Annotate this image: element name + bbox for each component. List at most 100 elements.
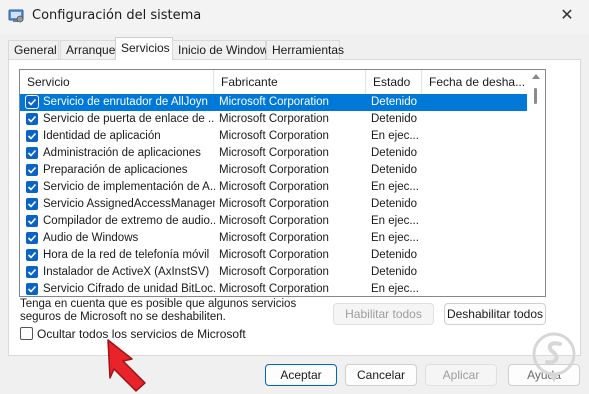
vertical-scrollbar[interactable]: [527, 70, 545, 296]
checkmark-icon: [27, 217, 37, 225]
table-row[interactable]: Instalador de ActiveX (AxInstSV) Microsof…: [20, 264, 527, 281]
tab-tools[interactable]: Herramientas: [266, 40, 344, 59]
hide-microsoft-checkbox-box[interactable]: [20, 327, 33, 340]
service-name-cell: Hora de la red de telefonía móvil: [43, 249, 210, 261]
status-cell: En ejec...: [371, 215, 419, 227]
checkmark-icon: [27, 98, 37, 106]
disable-all-button[interactable]: Deshabilitar todos: [444, 303, 546, 325]
table-row[interactable]: Servicio de puerta de enlace de ... Micro…: [20, 111, 527, 128]
service-name-cell: Administración de aplicaciones: [43, 147, 201, 159]
checkmark-icon: [27, 132, 37, 140]
service-name-cell: Servicio Cifrado de unidad BitLoc...: [43, 283, 215, 295]
table-row[interactable]: Preparación de aplicaciones Microsoft Cor…: [20, 162, 527, 179]
microsoft-services-note: Tenga en cuenta que es posible que algun…: [20, 298, 320, 324]
watermark-logo-icon: [532, 332, 576, 382]
service-name-cell: Compilador de extremo de audio...: [43, 215, 215, 227]
service-name-cell: Servicio de puerta de enlace de ...: [43, 113, 215, 125]
title-bar: Configuración del sistema ✕: [0, 0, 589, 34]
table-row[interactable]: Servicio Cifrado de unidad BitLoc... Micr…: [20, 281, 527, 296]
status-cell: Detenido: [371, 147, 418, 159]
service-name-cell: Identidad de aplicación: [43, 130, 161, 142]
status-cell: Detenido: [371, 266, 418, 278]
checkmark-icon: [27, 115, 37, 123]
status-cell: Detenido: [371, 198, 418, 210]
cancel-button[interactable]: Cancelar: [345, 364, 417, 386]
tab-startup[interactable]: Inicio de Windows: [172, 40, 275, 59]
tab-boot[interactable]: Arranque: [60, 40, 116, 59]
enable-all-button[interactable]: Habilitar todos: [333, 303, 434, 325]
table-row[interactable]: Servicio de implementación de A... Micros…: [20, 179, 527, 196]
service-name-cell: Audio de Windows: [43, 232, 139, 244]
service-checkbox[interactable]: [26, 96, 38, 108]
checkmark-icon: [27, 149, 37, 157]
status-cell: Detenido: [371, 113, 418, 125]
table-row[interactable]: Hora de la red de telefonía móvil Microso…: [20, 247, 527, 264]
status-cell: En ejec...: [371, 283, 419, 295]
manufacturer-cell: Microsoft Corporation: [219, 181, 329, 193]
service-checkbox[interactable]: [26, 249, 38, 261]
service-checkbox[interactable]: [26, 113, 38, 125]
manufacturer-cell: Microsoft Corporation: [219, 283, 329, 295]
checkmark-icon: [27, 183, 37, 191]
manufacturer-cell: Microsoft Corporation: [219, 130, 329, 142]
table-row[interactable]: Servicio de enrutador de AllJoyn Microsof…: [20, 94, 527, 111]
table-row[interactable]: Identidad de aplicación Microsoft Corpora…: [20, 128, 527, 145]
status-cell: Detenido: [371, 164, 418, 176]
checkmark-icon: [27, 166, 37, 174]
table-row[interactable]: Servicio AssignedAccessManager Microsoft …: [20, 196, 527, 213]
status-cell: Detenido: [371, 249, 418, 261]
service-checkbox[interactable]: [26, 181, 38, 193]
manufacturer-cell: Microsoft Corporation: [219, 147, 329, 159]
manufacturer-cell: Microsoft Corporation: [219, 215, 329, 227]
red-pointer-arrow-icon: [107, 339, 146, 392]
table-row[interactable]: Administración de aplicaciones Microsoft …: [20, 145, 527, 162]
service-checkbox[interactable]: [26, 232, 38, 244]
column-header-status[interactable]: Estado: [366, 70, 422, 94]
column-header-manufacturer[interactable]: Fabricante: [214, 70, 366, 94]
apply-button[interactable]: Aplicar: [425, 364, 497, 386]
system-configuration-window: Configuración del sistema ✕ General Arra…: [0, 0, 589, 394]
service-checkbox[interactable]: [26, 283, 38, 295]
service-name-cell: Instalador de ActiveX (AxInstSV): [43, 266, 210, 278]
service-checkbox[interactable]: [26, 164, 38, 176]
service-name-cell: Servicio de enrutador de AllJoyn: [43, 96, 208, 108]
service-checkbox[interactable]: [26, 215, 38, 227]
service-checkbox[interactable]: [26, 147, 38, 159]
checkmark-icon: [27, 268, 37, 276]
note-line-2: seguros de Microsoft no se deshabiliten.: [20, 311, 226, 323]
table-row[interactable]: Audio de Windows Microsoft Corporation En …: [20, 230, 527, 247]
service-checkbox[interactable]: [26, 266, 38, 278]
status-cell: En ejec...: [371, 181, 419, 193]
service-checkbox[interactable]: [26, 130, 38, 142]
service-name-cell: Servicio de implementación de A...: [43, 181, 215, 193]
manufacturer-cell: Microsoft Corporation: [219, 96, 329, 108]
scroll-thumb[interactable]: [534, 88, 537, 104]
services-list[interactable]: Servicio Fabricante Estado Fecha de desh…: [19, 69, 546, 297]
manufacturer-cell: Microsoft Corporation: [219, 164, 329, 176]
status-cell: En ejec...: [371, 232, 419, 244]
manufacturer-cell: Microsoft Corporation: [219, 266, 329, 278]
checkmark-icon: [27, 200, 37, 208]
column-header-service[interactable]: Servicio: [20, 70, 214, 94]
tab-general[interactable]: General: [8, 40, 59, 59]
close-icon: ✕: [560, 7, 574, 24]
close-button[interactable]: ✕: [545, 0, 589, 32]
tab-services[interactable]: Servicios: [115, 37, 173, 60]
accept-button[interactable]: Aceptar: [265, 364, 337, 386]
column-header-disabled-date[interactable]: Fecha de desha...: [422, 70, 527, 94]
manufacturer-cell: Microsoft Corporation: [219, 232, 329, 244]
list-header: Servicio Fabricante Estado Fecha de desh…: [20, 70, 527, 94]
service-name-cell: Servicio AssignedAccessManager: [43, 198, 215, 210]
checkmark-icon: [27, 251, 37, 259]
window-title: Configuración del sistema: [32, 8, 202, 23]
status-cell: Detenido: [371, 96, 418, 108]
manufacturer-cell: Microsoft Corporation: [219, 113, 329, 125]
scroll-up-arrow-icon[interactable]: [532, 74, 540, 79]
manufacturer-cell: Microsoft Corporation: [219, 198, 329, 210]
service-name-cell: Preparación de aplicaciones: [43, 164, 188, 176]
checkmark-icon: [27, 234, 37, 242]
manufacturer-cell: Microsoft Corporation: [219, 249, 329, 261]
checkmark-icon: [27, 285, 37, 293]
service-checkbox[interactable]: [26, 198, 38, 210]
table-row[interactable]: Compilador de extremo de audio... Microso…: [20, 213, 527, 230]
